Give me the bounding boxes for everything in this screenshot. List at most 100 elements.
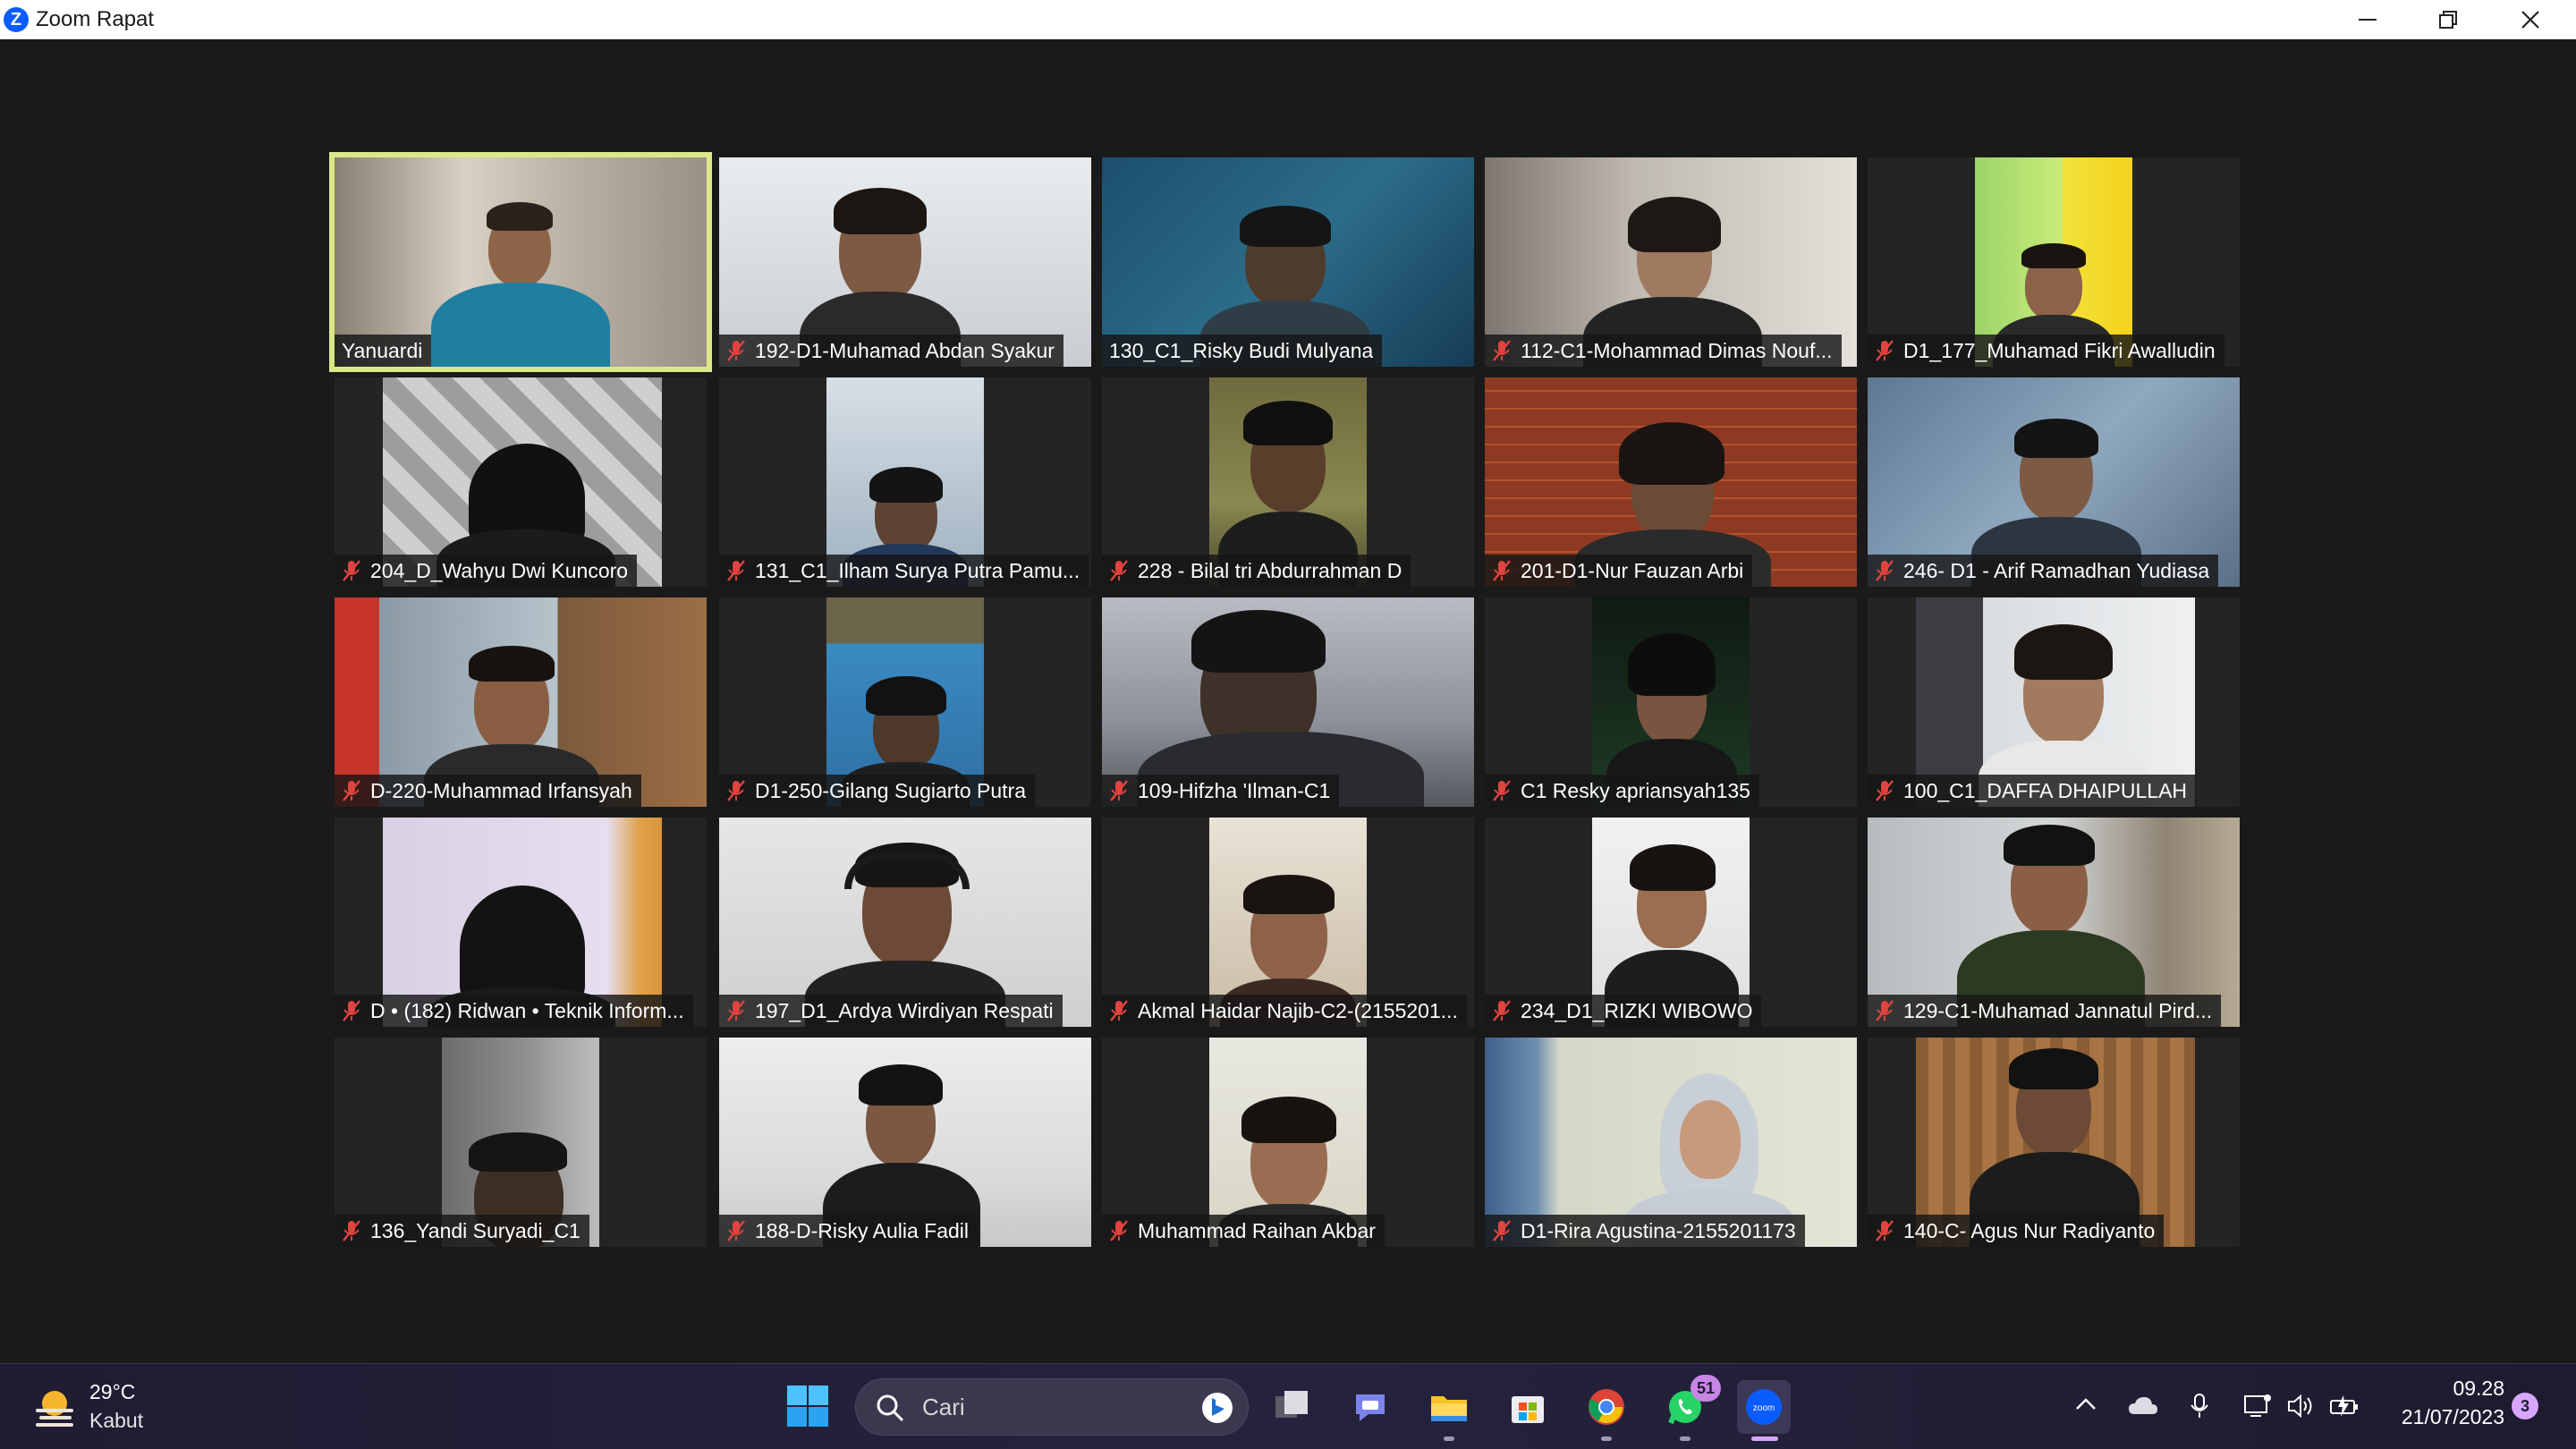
windows-start-icon[interactable]: [785, 1384, 830, 1428]
task-view-button[interactable]: [1265, 1380, 1318, 1434]
participant-name: D1-250-Gilang Sugiarto Putra: [755, 778, 1026, 802]
participant-tile[interactable]: 136_Yandi Suryadi_C1: [335, 1038, 707, 1247]
participant-tile[interactable]: 234_D1_RIZKI WIBOWO: [1485, 818, 1857, 1027]
close-button[interactable]: [2490, 0, 2571, 39]
participant-tile[interactable]: 130_C1_Risky Budi Mulyana: [1102, 157, 1474, 367]
participant-tile[interactable]: D1-Rira Agustina-2155201173: [1485, 1038, 1857, 1247]
participant-name-bar: 228 - Bilal tri Abdurrahman D: [1102, 555, 1411, 587]
weather-description: Kabut: [89, 1409, 144, 1432]
chevron-up-icon[interactable]: [2073, 1393, 2098, 1418]
teams-chat-button[interactable]: [1343, 1380, 1397, 1434]
participant-name: 204_D_Wahyu Dwi Kuncoro: [370, 558, 629, 582]
zoom-button[interactable]: zoom: [1737, 1380, 1791, 1441]
muted-mic-icon: [1110, 1000, 1128, 1021]
participant-name: 131_C1_Ilham Surya Putra Pamu...: [755, 558, 1080, 582]
participant-name: Muhammad Raihan Akbar: [1138, 1218, 1376, 1242]
participant-name-bar: 246- D1 - Arif Ramadhan Yudiasa: [1868, 555, 2219, 587]
participant-name-bar: Muhammad Raihan Akbar: [1102, 1215, 1385, 1247]
participant-tile[interactable]: 188-D-Risky Aulia Fadil: [719, 1038, 1091, 1247]
participant-name-bar: 204_D_Wahyu Dwi Kuncoro: [335, 555, 638, 587]
participant-tile[interactable]: 131_C1_Ilham Surya Putra Pamu...: [719, 377, 1091, 587]
chrome-button[interactable]: [1580, 1380, 1633, 1441]
participant-name-bar: D1-Rira Agustina-2155201173: [1485, 1215, 1805, 1247]
participant-tile[interactable]: 109-Hifzha 'Ilman-C1: [1102, 597, 1474, 807]
participant-tile[interactable]: Akmal Haidar Najib-C2-(2155201...: [1102, 818, 1474, 1027]
clock-date[interactable]: 21/07/2023: [2326, 1405, 2504, 1429]
participant-name-bar: 131_C1_Ilham Surya Putra Pamu...: [719, 555, 1089, 587]
participant-name: 246- D1 - Arif Ramadhan Yudiasa: [1903, 558, 2210, 582]
participant-name-bar: 100_C1_DAFFA DHAIPULLAH: [1868, 775, 2197, 807]
muted-mic-icon: [1493, 560, 1511, 581]
participant-tile[interactable]: C1 Resky apriansyah135: [1485, 597, 1857, 807]
onedrive-icon[interactable]: [2127, 1393, 2159, 1418]
participant-tile[interactable]: 204_D_Wahyu Dwi Kuncoro: [335, 377, 707, 587]
muted-mic-icon: [1110, 1220, 1128, 1241]
minimize-button[interactable]: [2327, 0, 2408, 39]
participant-tile[interactable]: D1_177_Muhamad Fikri Awalludin: [1868, 157, 2240, 367]
participant-tile[interactable]: 246- D1 - Arif Ramadhan Yudiasa: [1868, 377, 2240, 587]
muted-mic-icon: [727, 780, 745, 801]
participant-tile[interactable]: Muhammad Raihan Akbar: [1102, 1038, 1474, 1247]
participant-name-bar: 112-C1-Mohammad Dimas Nouf...: [1485, 335, 1842, 367]
muted-mic-icon: [1110, 780, 1128, 801]
participant-name: D1_177_Muhamad Fikri Awalludin: [1903, 338, 2216, 362]
close-icon: [2521, 11, 2539, 29]
participant-name-bar: D-220-Muhammad Irfansyah: [335, 775, 641, 807]
participant-tile[interactable]: D • (182) Ridwan • Teknik Inform...: [335, 818, 707, 1027]
participant-tile[interactable]: 197_D1_Ardya Wirdiyan Respati: [719, 818, 1091, 1027]
restore-button[interactable]: [2408, 0, 2488, 39]
participant-name-bar: 188-D-Risky Aulia Fadil: [719, 1215, 979, 1247]
participant-tile[interactable]: 140-C- Agus Nur Radiyanto: [1868, 1038, 2240, 1247]
muted-mic-icon: [1493, 1220, 1511, 1241]
zoom-logo-icon: Z: [4, 7, 29, 32]
folder-icon: [1431, 1396, 1467, 1421]
muted-mic-icon: [1493, 780, 1511, 801]
muted-mic-icon: [343, 560, 360, 581]
participant-tile[interactable]: 192-D1-Muhamad Abdan Syakur: [719, 157, 1091, 367]
restore-icon: [2439, 11, 2457, 29]
participant-name: C1 Resky apriansyah135: [1521, 778, 1750, 802]
participant-name: 130_C1_Risky Budi Mulyana: [1109, 338, 1374, 362]
taskbar-search-box[interactable]: Cari: [855, 1378, 1249, 1436]
whatsapp-button[interactable]: 51: [1658, 1375, 1721, 1441]
bing-icon[interactable]: [1201, 1392, 1233, 1424]
muted-mic-icon: [343, 1220, 360, 1241]
participant-name: D1-Rira Agustina-2155201173: [1521, 1218, 1796, 1242]
muted-mic-icon: [1876, 560, 1894, 581]
participant-name-bar: D1_177_Muhamad Fikri Awalludin: [1868, 335, 2224, 367]
participant-name-bar: 197_D1_Ardya Wirdiyan Respati: [719, 995, 1063, 1027]
participant-name: 112-C1-Mohammad Dimas Nouf...: [1521, 338, 1833, 362]
participant-tile[interactable]: D1-250-Gilang Sugiarto Putra: [719, 597, 1091, 807]
participant-name: 129-C1-Muhamad Jannatul Pird...: [1903, 998, 2213, 1022]
participant-name-bar: Akmal Haidar Najib-C2-(2155201...: [1102, 995, 1467, 1027]
participant-name-bar: 234_D1_RIZKI WIBOWO: [1485, 995, 1762, 1027]
microsoft-store-button[interactable]: [1501, 1380, 1555, 1434]
participant-name: D-220-Muhammad Irfansyah: [370, 778, 632, 802]
microphone-icon[interactable]: [2188, 1393, 2211, 1419]
muted-mic-icon: [1876, 1220, 1894, 1241]
store-icon: [1512, 1396, 1544, 1423]
participant-name: 192-D1-Muhamad Abdan Syakur: [755, 338, 1055, 362]
participant-name-bar: D1-250-Gilang Sugiarto Putra: [719, 775, 1035, 807]
volume-icon[interactable]: [2286, 1393, 2315, 1419]
participant-tile[interactable]: 201-D1-Nur Fauzan Arbi: [1485, 377, 1857, 587]
meeting-gallery: Yanuardi 192-D1-Muhamad Abdan Syakur 130…: [0, 39, 2576, 1363]
whatsapp-notification-badge: 51: [1690, 1375, 1721, 1402]
file-explorer-button[interactable]: [1422, 1380, 1476, 1441]
participant-tile[interactable]: 100_C1_DAFFA DHAIPULLAH: [1868, 597, 2240, 807]
participant-tile[interactable]: D-220-Muhammad Irfansyah: [335, 597, 707, 807]
minimize-icon: [2359, 19, 2377, 21]
window-title-bar: Z Zoom Rapat: [0, 0, 2576, 39]
participant-name-bar: 109-Hifzha 'Ilman-C1: [1102, 775, 1340, 807]
notification-center-badge[interactable]: 3: [2512, 1393, 2538, 1419]
participant-tile[interactable]: Yanuardi: [329, 152, 712, 372]
participant-tile[interactable]: 228 - Bilal tri Abdurrahman D: [1102, 377, 1474, 587]
participant-name-bar: 129-C1-Muhamad Jannatul Pird...: [1868, 995, 2222, 1027]
fog-weather-icon: [36, 1391, 73, 1427]
participant-tile[interactable]: 129-C1-Muhamad Jannatul Pird...: [1868, 818, 2240, 1027]
participant-name: D • (182) Ridwan • Teknik Inform...: [370, 998, 684, 1022]
muted-mic-icon: [727, 560, 745, 581]
network-icon[interactable]: [2243, 1393, 2272, 1419]
clock-time[interactable]: 09.28: [2326, 1377, 2504, 1401]
participant-tile[interactable]: 112-C1-Mohammad Dimas Nouf...: [1485, 157, 1857, 367]
